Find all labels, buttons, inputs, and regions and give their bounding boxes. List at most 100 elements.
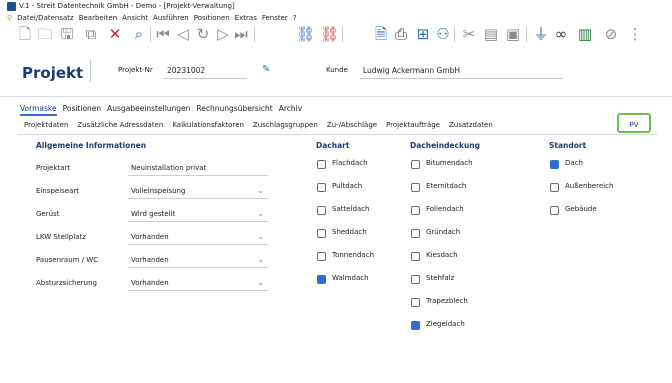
first-icon[interactable]: ⏮ [154, 25, 172, 44]
open-icon[interactable]: 🗀 [36, 25, 54, 44]
header-divider [90, 60, 91, 82]
pausenraum-select[interactable]: Vorhanden ⌄ [128, 252, 268, 268]
delete-icon[interactable]: ✕ [106, 25, 124, 44]
bitumendach-checkbox[interactable] [411, 160, 420, 169]
tab-divider [18, 134, 658, 135]
menu-help[interactable]: ? [293, 12, 297, 24]
project-nr-label: Projekt-Nr [118, 66, 153, 74]
more-icon[interactable]: ⋮ [626, 25, 644, 44]
foliendach-label: Foliendach [426, 205, 464, 213]
tab-positionen[interactable]: Positionen [63, 102, 102, 116]
standort-heading: Standort [549, 141, 587, 150]
tab-ausgabeeinstellungen[interactable]: Ausgabeeinstellungen [107, 102, 190, 116]
new-doc-icon[interactable]: 🗋 [16, 25, 34, 44]
clipboard-icon[interactable]: ▣ [504, 25, 522, 44]
einspeiseart-select[interactable]: Volleinspeisung ⌄ [128, 183, 268, 199]
geruest-select[interactable]: Wird gestellt ⌄ [128, 206, 268, 222]
link-icon[interactable]: ⛓ [296, 25, 315, 44]
subtab-pv[interactable]: PV [617, 113, 651, 133]
sheddach-checkbox[interactable] [317, 229, 326, 238]
menu-fenster[interactable]: Fenster [262, 12, 288, 24]
tab-rechnungsuebersicht[interactable]: Rechnungsübersicht [196, 102, 272, 116]
satteldach-checkbox[interactable] [317, 206, 326, 215]
kiesdach-checkbox[interactable] [411, 252, 420, 261]
gruendach-checkbox[interactable] [411, 229, 420, 238]
cut-icon[interactable]: ✂ [460, 25, 478, 44]
pin-icon[interactable]: ⚲ [7, 12, 12, 24]
absturz-value: Vorhanden [131, 279, 169, 287]
dach-checkbox[interactable] [550, 160, 559, 169]
subtab-projektauftraege[interactable]: Projektaufträge [386, 118, 440, 132]
pen-icon[interactable]: ✎ [262, 64, 270, 75]
geruest-value: Wird gestellt [131, 210, 176, 218]
filter-icon[interactable]: ⏚ [532, 25, 550, 44]
search-icon[interactable]: ⌕ [130, 25, 148, 44]
pultdach-label: Pultdach [332, 182, 363, 190]
kunde-label: Kunde [326, 66, 348, 74]
walmdach-checkbox[interactable] [317, 275, 326, 284]
menu-ansicht[interactable]: Ansicht [122, 12, 148, 24]
projektart-value: Neuinstallation privat [131, 164, 207, 172]
copy-icon[interactable]: ⧉ [82, 25, 100, 44]
print-icon[interactable]: ⎙ [392, 25, 410, 44]
kunde-field[interactable]: Ludwig Ackermann GmbH [360, 64, 563, 79]
menu-positionen[interactable]: Positionen [194, 12, 230, 24]
lkw-label: LKW Stellplatz [36, 233, 86, 241]
menu-datei[interactable]: Datei/Datensatz [17, 12, 74, 24]
tree-icon[interactable]: ⊞ [414, 25, 432, 44]
subtab-zuschlagsgruppen[interactable]: Zuschlagsgruppen [253, 118, 318, 132]
stehfalz-label: Stehfalz [426, 274, 455, 282]
unlink-icon[interactable]: ⛓ [320, 25, 339, 44]
toolbar-divider [342, 27, 343, 42]
satteldach-label: Satteldach [332, 205, 370, 213]
pultdach-checkbox[interactable] [317, 183, 326, 192]
chevron-down-icon: ⌄ [257, 278, 264, 287]
subtab-zu-abschlaege[interactable]: Zu-/Abschläge [327, 118, 377, 132]
tab-vormaske[interactable]: Vormaske [20, 102, 57, 116]
tonnendach-checkbox[interactable] [317, 252, 326, 261]
tonnendach-label: Tonnendach [332, 251, 375, 259]
eternitdach-checkbox[interactable] [411, 183, 420, 192]
general-heading: Allgemeine Informationen [36, 141, 147, 150]
subtab-kalkulationsfaktoren[interactable]: Kalkulationsfaktoren [172, 118, 244, 132]
menu-extras[interactable]: Extras [235, 12, 257, 24]
dachart-heading: Dachart [316, 141, 350, 150]
bitumendach-label: Bitumendach [426, 159, 473, 167]
aussenbereich-checkbox[interactable] [550, 183, 559, 192]
subtab-adressdaten[interactable]: Zusätzliche Adressdaten [77, 118, 163, 132]
page-title: Projekt [22, 64, 84, 82]
tab-archiv[interactable]: Archiv [279, 102, 302, 116]
subtab-projektdaten[interactable]: Projektdaten [24, 118, 68, 132]
foliendach-checkbox[interactable] [411, 206, 420, 215]
sheddach-label: Sheddach [332, 228, 367, 236]
paste-icon[interactable]: ▤ [482, 25, 500, 44]
stehfalz-checkbox[interactable] [411, 275, 420, 284]
pausenraum-value: Vorhanden [131, 256, 169, 264]
chart-icon[interactable]: ▥ [576, 25, 594, 44]
lkw-select[interactable]: Vorhanden ⌄ [128, 229, 268, 245]
einspeiseart-value: Volleinspeisung [131, 187, 186, 195]
walmdach-label: Walmdach [332, 274, 369, 282]
attach-icon[interactable]: ⊘ [602, 25, 620, 44]
gebaeude-checkbox[interactable] [550, 206, 559, 215]
menu-ausfuehren[interactable]: Ausführen [153, 12, 189, 24]
absturz-label: Absturzsicherung [36, 279, 97, 287]
projektart-field[interactable]: Neuinstallation privat [128, 160, 268, 176]
users-icon[interactable]: ⚇ [434, 25, 452, 44]
menu-bearbeiten[interactable]: Bearbeiten [79, 12, 117, 24]
chevron-down-icon: ⌄ [257, 255, 264, 264]
preview-icon[interactable]: 🗎 [372, 25, 390, 44]
absturz-select[interactable]: Vorhanden ⌄ [128, 275, 268, 291]
flachdach-checkbox[interactable] [317, 160, 326, 169]
next-icon[interactable]: ▷ [214, 25, 232, 44]
last-icon[interactable]: ⏭ [232, 25, 250, 44]
subtab-zusatzdaten[interactable]: Zusatzdaten [449, 118, 493, 132]
glasses-icon[interactable]: ∞ [552, 25, 570, 44]
ziegeldach-checkbox[interactable] [411, 321, 420, 330]
save-icon[interactable]: 🖫 [58, 25, 76, 44]
refresh-icon[interactable]: ↻ [194, 25, 212, 44]
project-nr-field[interactable]: 20231002 [164, 64, 247, 79]
trapezblech-checkbox[interactable] [411, 298, 420, 307]
projektart-label: Projektart [36, 164, 71, 172]
prev-icon[interactable]: ◁ [174, 25, 192, 44]
